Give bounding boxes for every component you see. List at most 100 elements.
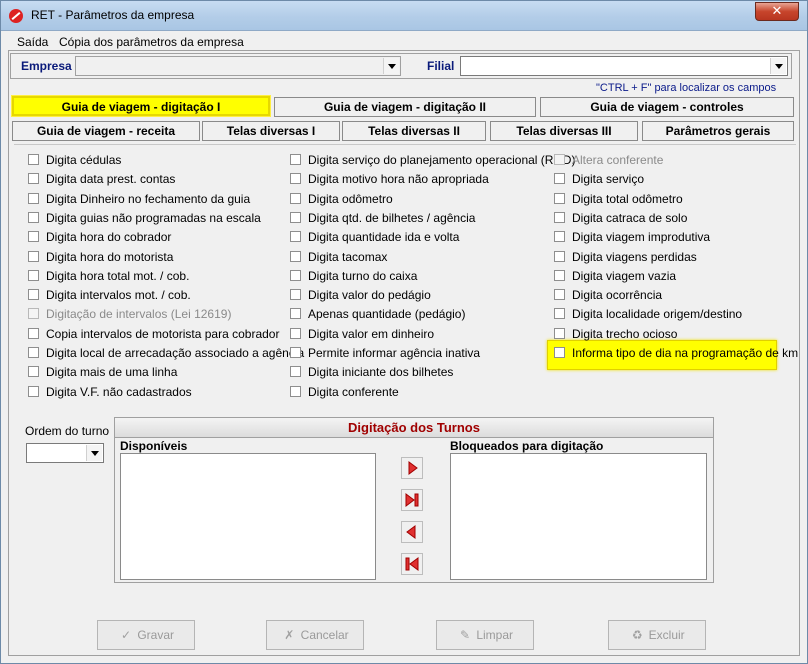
move-right-button[interactable] xyxy=(401,457,423,479)
checkbox[interactable] xyxy=(290,366,301,377)
checkbox-label: Digita viagem improdutiva xyxy=(572,230,711,244)
checkbox[interactable] xyxy=(290,193,301,204)
checkbox-label: Digita tacomax xyxy=(308,250,388,264)
tab-telas-diversas-1[interactable]: Telas diversas I xyxy=(202,121,340,141)
bloqueados-list[interactable] xyxy=(450,453,707,580)
tab-guia-digitacao-1[interactable]: Guia de viagem - digitação I xyxy=(12,96,270,116)
checkbox-label: Digita Dinheiro no fechamento da guia xyxy=(46,192,251,206)
checkbox[interactable] xyxy=(554,328,565,339)
checkbox[interactable] xyxy=(28,328,39,339)
empresa-combo[interactable] xyxy=(75,56,401,76)
checkbox-label: Digita trecho ocioso xyxy=(572,327,678,341)
checkbox-label: Digita cédulas xyxy=(46,153,122,167)
checkbox[interactable] xyxy=(554,173,565,184)
checkbox[interactable] xyxy=(28,173,39,184)
chevron-down-icon[interactable] xyxy=(86,445,102,461)
bloqueados-label: Bloqueados para digitação xyxy=(450,439,604,453)
menu-copia-parametros[interactable]: Cópia dos parâmetros da empresa xyxy=(59,35,244,49)
gravar-button[interactable]: ✓ Gravar xyxy=(97,620,195,650)
checkbox-label: Digita mais de uma linha xyxy=(46,365,178,379)
checkbox-label: Digita conferente xyxy=(308,385,399,399)
excluir-label: Excluir xyxy=(648,628,685,642)
checkbox[interactable] xyxy=(28,270,39,281)
checkbox[interactable] xyxy=(554,270,565,281)
chevron-down-icon[interactable] xyxy=(770,58,786,74)
checkbox[interactable] xyxy=(28,366,39,377)
checkbox xyxy=(28,308,39,319)
checkbox-label: Digita iniciante dos bilhetes xyxy=(308,365,454,379)
empresa-label: Empresa xyxy=(21,59,72,73)
checkbox[interactable] xyxy=(28,289,39,300)
excluir-button[interactable]: ♻ Excluir xyxy=(608,620,706,650)
disponiveis-list[interactable] xyxy=(120,453,376,580)
checkbox-label: Altera conferente xyxy=(572,153,664,167)
checkbox[interactable] xyxy=(290,212,301,223)
checkbox[interactable] xyxy=(554,308,565,319)
ordem-turno-combo[interactable] xyxy=(26,443,104,463)
checkbox[interactable] xyxy=(28,193,39,204)
checkbox-label: Apenas quantidade (pedágio) xyxy=(308,307,466,321)
checkbox-label: Digita local de arrecadação associado a … xyxy=(46,346,305,360)
limpar-button[interactable]: ✎ Limpar xyxy=(436,620,534,650)
checkbox[interactable] xyxy=(28,386,39,397)
checkbox[interactable] xyxy=(554,231,565,242)
checkbox[interactable] xyxy=(554,251,565,262)
move-all-right-button[interactable] xyxy=(401,489,423,511)
checkbox-label: Digita hora total mot. / cob. xyxy=(46,269,190,283)
checkbox[interactable] xyxy=(290,308,301,319)
check-icon: ✓ xyxy=(120,628,132,642)
checkbox-label: Digita ocorrência xyxy=(572,288,663,302)
trash-icon: ♻ xyxy=(631,628,643,642)
tab-guia-receita[interactable]: Guia de viagem - receita xyxy=(12,121,200,141)
tab-parametros-gerais[interactable]: Parâmetros gerais xyxy=(642,121,794,141)
checkbox[interactable] xyxy=(28,212,39,223)
checkbox[interactable] xyxy=(290,289,301,300)
checkbox[interactable] xyxy=(290,154,301,165)
checkbox-label: Digita hora do cobrador xyxy=(46,230,172,244)
tab-telas-diversas-2[interactable]: Telas diversas II xyxy=(342,121,486,141)
eraser-icon: ✎ xyxy=(459,628,471,642)
checkbox[interactable] xyxy=(554,193,565,204)
x-icon: ✗ xyxy=(284,628,295,642)
checkbox-label: Digita total odômetro xyxy=(572,192,683,206)
tab-guia-digitacao-2[interactable]: Guia de viagem - digitação II xyxy=(274,97,536,117)
checkbox-label: Digitação de intervalos (Lei 12619) xyxy=(46,307,232,321)
tab-telas-diversas-3[interactable]: Telas diversas III xyxy=(490,121,638,141)
checkbox-label: Digita data prest. contas xyxy=(46,172,176,186)
checkbox-label: Permite informar agência inativa xyxy=(308,346,481,360)
turnos-group: Digitação dos Turnos Disponíveis Bloquea… xyxy=(114,417,714,583)
filial-combo[interactable] xyxy=(460,56,788,76)
window-title: RET - Parâmetros da empresa xyxy=(31,8,195,22)
checkbox[interactable] xyxy=(554,289,565,300)
checkbox[interactable] xyxy=(554,347,565,358)
checkbox-label: Digita intervalos mot. / cob. xyxy=(46,288,191,302)
checkbox[interactable] xyxy=(28,231,39,242)
move-left-button[interactable] xyxy=(401,521,423,543)
checkbox[interactable] xyxy=(290,173,301,184)
checkbox[interactable] xyxy=(28,347,39,358)
menu-saida[interactable]: Saída xyxy=(17,35,48,49)
chevron-down-icon[interactable] xyxy=(383,58,399,74)
arrow-left-icon xyxy=(406,525,416,539)
checkbox-label: Digita qtd. de bilhetes / agência xyxy=(308,211,476,225)
title-bar: RET - Parâmetros da empresa ✕ xyxy=(1,1,807,31)
checkbox[interactable] xyxy=(28,154,39,165)
checkbox-label: Digita catraca de solo xyxy=(572,211,688,225)
tab-guia-controles[interactable]: Guia de viagem - controles xyxy=(540,97,794,117)
checkbox[interactable] xyxy=(290,270,301,281)
cancelar-button[interactable]: ✗ Cancelar xyxy=(266,620,364,650)
close-button[interactable]: ✕ xyxy=(755,2,799,21)
checkbox[interactable] xyxy=(290,386,301,397)
disponiveis-label: Disponíveis xyxy=(120,439,188,453)
checkbox[interactable] xyxy=(290,231,301,242)
checkbox-label: Informa tipo de dia na programação de km xyxy=(572,346,799,360)
checkbox[interactable] xyxy=(290,347,301,358)
checkbox[interactable] xyxy=(554,212,565,223)
search-hint: "CTRL + F" para localizar os campos xyxy=(596,82,777,94)
checkbox[interactable] xyxy=(28,251,39,262)
checkbox[interactable] xyxy=(290,251,301,262)
checkbox xyxy=(554,154,565,165)
checkbox[interactable] xyxy=(290,328,301,339)
checkbox-label: Digita guias não programadas na escala xyxy=(46,211,261,225)
move-all-left-button[interactable] xyxy=(401,553,423,575)
